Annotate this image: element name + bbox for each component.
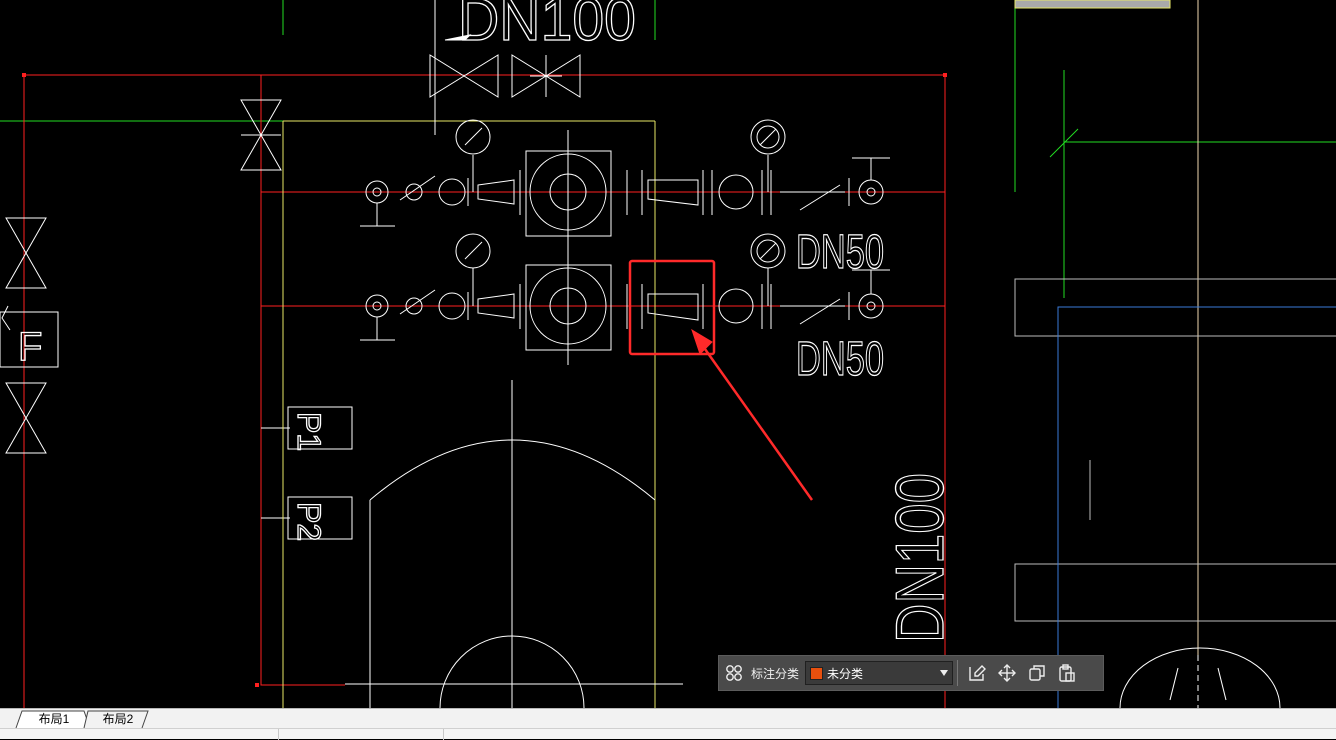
chevron-down-icon [940, 670, 949, 676]
paste-icon[interactable] [1052, 658, 1082, 688]
apps-grid-icon[interactable] [719, 658, 749, 688]
dn-label-vertical: DN100 [882, 473, 958, 643]
status-divider [443, 729, 444, 740]
annotation-toolbar: 标注分类 未分类 [718, 655, 1104, 691]
cad-drawing-canvas[interactable]: DN100 DN50 DN50 DN100 F P1 P2 [0, 0, 1336, 708]
dn-label-top: DN100 [458, 0, 636, 53]
edit-icon[interactable] [962, 658, 992, 688]
p2-label: P2 [291, 502, 327, 541]
category-value: 未分类 [827, 666, 864, 681]
category-dropdown[interactable]: 未分类 [805, 661, 954, 685]
dn-label-row2: DN50 [796, 333, 884, 386]
tab-layout-1[interactable]: 布局1 [26, 710, 82, 727]
layout-tab-bar: 布局1 布局2 [0, 708, 1336, 729]
dn-label-row1: DN50 [796, 226, 884, 279]
copy-icon[interactable] [1022, 658, 1052, 688]
status-divider [278, 729, 279, 740]
category-color-swatch [810, 666, 824, 680]
toolbar-divider [957, 660, 959, 686]
f-label: F [18, 325, 42, 369]
p1-label: P1 [291, 412, 327, 451]
move-icon[interactable] [992, 658, 1022, 688]
status-bar [0, 728, 1336, 740]
tab-layout-2[interactable]: 布局2 [90, 710, 146, 727]
category-label: 标注分类 [751, 666, 800, 681]
